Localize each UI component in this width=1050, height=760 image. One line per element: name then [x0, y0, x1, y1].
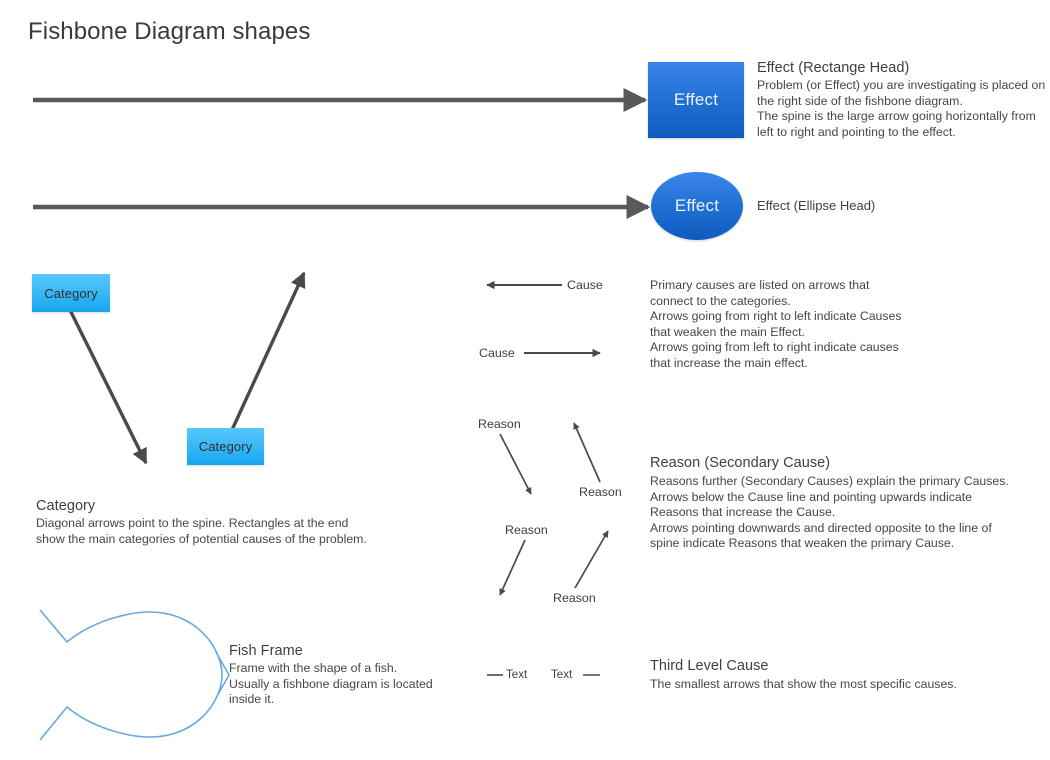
legend-third-level-cause-heading: Third Level Cause — [650, 658, 769, 674]
category-box-1[interactable]: Category — [32, 274, 110, 312]
legend-reason-heading: Reason (Secondary Cause) — [650, 455, 831, 471]
legend-category-heading: Category — [36, 498, 96, 514]
legend-effect-ellipse-heading: Effect (Ellipse Head) — [757, 198, 876, 213]
category-box-2-label: Category — [198, 439, 253, 454]
reason-arrow-down-1 — [499, 433, 532, 495]
third-level-text-label-1: Text — [506, 668, 528, 681]
legend-category-body: Diagonal arrows point to the spine. Rect… — [36, 516, 367, 546]
legend-reason-body: Reasons further (Secondary Causes) expla… — [650, 474, 1009, 551]
legend-fish-frame: Fish Frame Frame with the shape of a fis… — [229, 643, 433, 708]
cause-label-left-to-right: Cause — [479, 346, 515, 360]
legend-effect-rectangle: Effect (Rectange Head) Problem (or Effec… — [757, 60, 1045, 140]
page-title: Fishbone Diagram shapes — [28, 18, 311, 45]
legend-fish-frame-body: Frame with the shape of a fish. Usually … — [229, 661, 433, 707]
category-arrow-down — [68, 309, 148, 465]
effect-ellipse-label: Effect — [674, 196, 720, 215]
legend-category: Category Diagonal arrows point to the sp… — [36, 498, 367, 547]
legend-fish-frame-heading: Fish Frame — [229, 643, 303, 659]
reason-arrow-up-2 — [574, 530, 609, 589]
legend-reason: Reason (Secondary Cause) Reasons further… — [650, 455, 1009, 552]
reason-arrow-up-1 — [573, 422, 601, 483]
cause-label-right-to-left: Cause — [567, 278, 603, 292]
third-level-text-label-2: Text — [551, 668, 573, 681]
reason-label-down-1: Reason — [478, 417, 521, 431]
reason-arrow-down-2 — [499, 539, 526, 596]
effect-rectangle-label: Effect — [673, 90, 719, 109]
reason-label-up-1: Reason — [579, 485, 622, 499]
fish-frame-outline — [39, 609, 223, 741]
legend-effect-rectangle-body: Problem (or Effect) you are investigatin… — [757, 78, 1046, 139]
legend-third-level-cause: Third Level Cause The smallest arrows th… — [650, 658, 957, 693]
legend-cause: Primary causes are listed on arrows that… — [650, 278, 902, 372]
legend-effect-rectangle-heading: Effect (Rectange Head) — [757, 60, 910, 76]
effect-rectangle-head[interactable]: Effect — [648, 62, 744, 138]
legend-third-level-cause-body: The smallest arrows that show the most s… — [650, 677, 957, 691]
category-box-1-label: Category — [44, 285, 98, 301]
legend-cause-body: Primary causes are listed on arrows that… — [650, 278, 902, 370]
category-arrow-up — [224, 271, 306, 444]
reason-label-down-2: Reason — [505, 523, 548, 537]
effect-ellipse-head[interactable]: Effect — [651, 172, 743, 240]
category-box-2[interactable]: Category — [187, 428, 264, 465]
reason-label-up-2: Reason — [553, 591, 596, 605]
legend-effect-ellipse: Effect (Ellipse Head) — [757, 198, 875, 213]
